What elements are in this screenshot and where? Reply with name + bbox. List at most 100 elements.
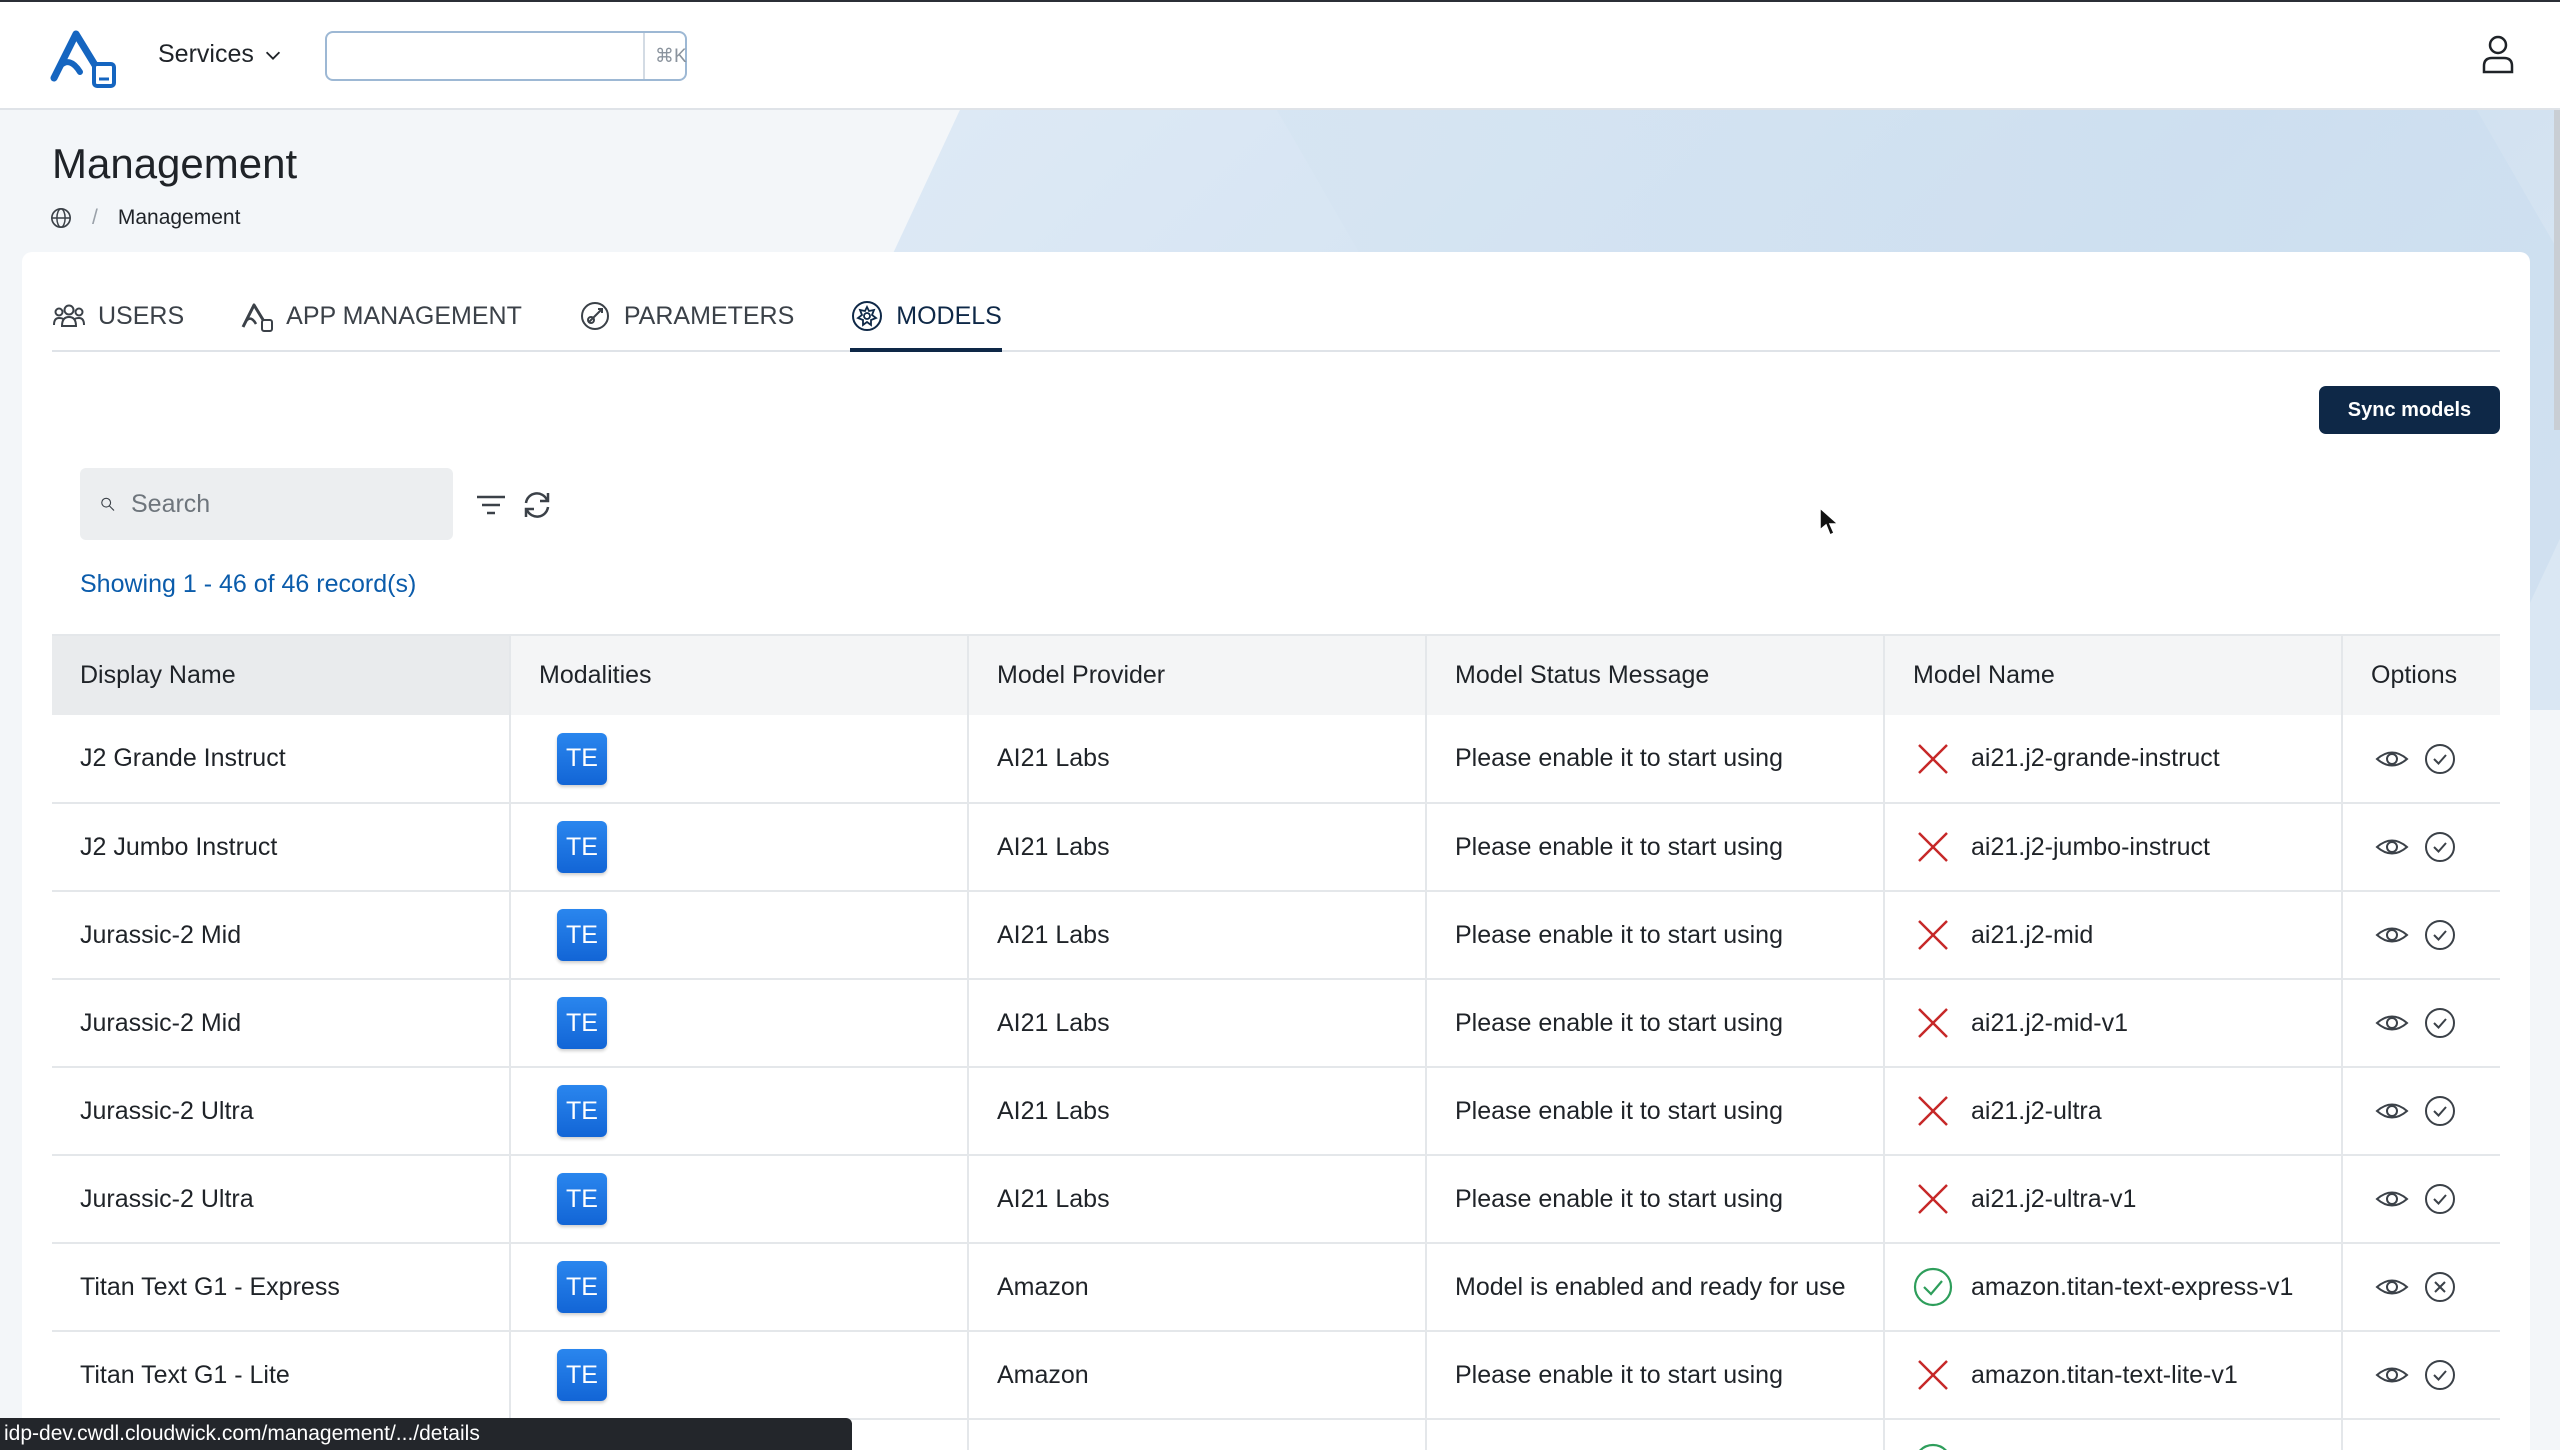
global-search-input[interactable]	[327, 33, 643, 79]
enable-model-icon[interactable]	[2423, 1182, 2457, 1216]
disabled-x-icon	[1918, 1096, 1948, 1126]
column-header-display-name[interactable]: Display Name	[52, 634, 511, 715]
refresh-icon[interactable]	[520, 488, 554, 522]
cell-status: Model is enabled and ready for us	[1426, 1419, 1885, 1450]
globe-icon[interactable]	[50, 207, 72, 229]
column-header-modalities[interactable]: Modalities	[510, 634, 969, 715]
cell-model-name	[1884, 1419, 2343, 1450]
cell-status: Please enable it to start using	[1426, 1155, 1885, 1244]
status-message-text: Model is enabled and ready for use	[1455, 1272, 1846, 1301]
table-row[interactable]: Jurassic-2 Mid TE AI21 Labs Please enabl…	[52, 979, 2500, 1068]
status-message-text: Please enable it to start using	[1455, 832, 1783, 861]
cell-display-name: Jurassic-2 Mid	[52, 979, 511, 1068]
model-name-text: ai21.j2-mid-v1	[1971, 1008, 2129, 1037]
column-header-model-name[interactable]: Model Name	[1884, 634, 2343, 715]
modality-badge: TE	[557, 821, 607, 873]
modality-badge: TE	[557, 732, 607, 785]
tab-app-management[interactable]: APP MANAGEMENT	[240, 282, 522, 350]
status-message-text: Please enable it to start using	[1455, 1096, 1783, 1125]
table-row[interactable]: Jurassic-2 Mid TE AI21 Labs Please enabl…	[52, 891, 2500, 980]
view-eye-icon[interactable]	[2375, 1270, 2409, 1304]
modality-badge: TE	[557, 909, 607, 961]
disabled-x-icon	[1918, 1360, 1948, 1390]
view-eye-icon[interactable]	[2375, 830, 2409, 864]
enable-model-icon[interactable]	[2423, 742, 2457, 776]
cell-status: Please enable it to start using	[1426, 1067, 1885, 1156]
cell-display-name: Titan Text G1 - Lite	[52, 1331, 511, 1420]
display-name-text: Jurassic-2 Mid	[80, 1008, 242, 1037]
search-input[interactable]	[131, 489, 453, 519]
enable-model-icon[interactable]	[2423, 918, 2457, 952]
cell-provider: AI21 Labs	[968, 1067, 1427, 1156]
view-eye-icon[interactable]	[2375, 1006, 2409, 1040]
cell-model-name: ai21.j2-ultra	[1884, 1067, 2343, 1156]
search-icon	[101, 497, 115, 511]
column-header-options: Options	[2342, 634, 2500, 715]
cell-modalities: TE	[510, 1331, 969, 1420]
breadcrumb: / Management	[50, 206, 240, 230]
cell-options	[2342, 1419, 2500, 1450]
provider-text: AI21 Labs	[997, 1096, 1110, 1125]
view-eye-icon[interactable]	[2375, 1358, 2409, 1392]
cell-status: Please enable it to start using	[1426, 715, 1885, 804]
cell-provider	[968, 1419, 1427, 1450]
provider-text: Amazon	[997, 1360, 1089, 1389]
page-scrollbar[interactable]	[2554, 110, 2560, 430]
model-name-text: ai21.j2-grande-instruct	[1971, 744, 2220, 773]
enabled-check-icon	[1919, 1443, 1947, 1450]
cell-display-name: Jurassic-2 Ultra	[52, 1155, 511, 1244]
cell-provider: Amazon	[968, 1331, 1427, 1420]
modality-badge: TE	[557, 1349, 607, 1401]
sync-models-button[interactable]: Sync models	[2319, 386, 2500, 434]
link-preview-statusbar: idp-dev.cwdl.cloudwick.com/management/..…	[0, 1418, 852, 1450]
disable-model-icon[interactable]	[2423, 1270, 2457, 1304]
model-name-text: amazon.titan-text-lite-v1	[1971, 1360, 2238, 1389]
enable-model-icon[interactable]	[2423, 830, 2457, 864]
cell-model-name: ai21.j2-mid-v1	[1884, 979, 2343, 1068]
provider-text: AI21 Labs	[997, 920, 1110, 949]
view-eye-icon[interactable]	[2375, 1182, 2409, 1216]
tab-bar: USERS APP MANAGEMENT PARAMETERS MODELS	[52, 282, 2500, 352]
view-eye-icon[interactable]	[2375, 918, 2409, 952]
tab-parameters-label: PARAMETERS	[623, 301, 795, 330]
model-name-wrapper	[1913, 1443, 2341, 1450]
model-name-wrapper: amazon.titan-text-express-v1	[1913, 1267, 2341, 1307]
table-row[interactable]: Jurassic-2 Ultra TE AI21 Labs Please ena…	[52, 1155, 2500, 1244]
app-logo-icon[interactable]	[50, 26, 120, 88]
records-count: Showing 1 - 46 of 46 record(s)	[80, 570, 417, 598]
model-name-text: ai21.j2-jumbo-instruct	[1971, 832, 2210, 861]
user-profile-icon[interactable]	[2480, 34, 2516, 74]
services-menu[interactable]: Services	[158, 40, 284, 69]
row-options	[2371, 830, 2500, 864]
display-name-text: Jurassic-2 Ultra	[80, 1184, 254, 1213]
status-message-text: Please enable it to start using	[1455, 1360, 1783, 1389]
enable-model-icon[interactable]	[2423, 1006, 2457, 1040]
table-row[interactable]: J2 Grande Instruct TE AI21 Labs Please e…	[52, 715, 2500, 804]
enabled-check-icon	[1913, 1267, 1953, 1307]
global-search[interactable]: ⌘K	[325, 31, 687, 81]
cell-model-name: ai21.j2-mid	[1884, 891, 2343, 980]
view-eye-icon[interactable]	[2375, 742, 2409, 776]
tab-users[interactable]: USERS	[52, 282, 184, 350]
tab-models[interactable]: MODELS	[850, 282, 1002, 352]
cell-modalities: TE	[510, 803, 969, 892]
model-name-wrapper: ai21.j2-grande-instruct	[1913, 739, 2341, 779]
table-search[interactable]	[80, 468, 453, 540]
enable-model-icon[interactable]	[2423, 1358, 2457, 1392]
model-name-text: ai21.j2-ultra-v1	[1971, 1184, 2137, 1213]
tab-app-management-label: APP MANAGEMENT	[286, 301, 522, 330]
filter-icon[interactable]	[474, 488, 508, 522]
enable-model-icon[interactable]	[2423, 1094, 2457, 1128]
table-row[interactable]: Titan Text G1 - Express TE Amazon Model …	[52, 1243, 2500, 1332]
tab-parameters[interactable]: PARAMETERS	[578, 282, 794, 350]
table-row[interactable]: Titan Text G1 - Lite TE Amazon Please en…	[52, 1331, 2500, 1420]
column-header-model-provider[interactable]: Model Provider	[968, 634, 1427, 715]
view-eye-icon[interactable]	[2375, 1094, 2409, 1128]
model-name-wrapper: ai21.j2-mid-v1	[1913, 1003, 2341, 1043]
table-row[interactable]: J2 Jumbo Instruct TE AI21 Labs Please en…	[52, 803, 2500, 892]
page-title: Management	[52, 140, 298, 187]
table-row[interactable]: Jurassic-2 Ultra TE AI21 Labs Please ena…	[52, 1067, 2500, 1156]
display-name-text: Jurassic-2 Mid	[80, 920, 242, 949]
column-header-model-status[interactable]: Model Status Message	[1426, 634, 1885, 715]
cell-modalities: TE	[510, 979, 969, 1068]
